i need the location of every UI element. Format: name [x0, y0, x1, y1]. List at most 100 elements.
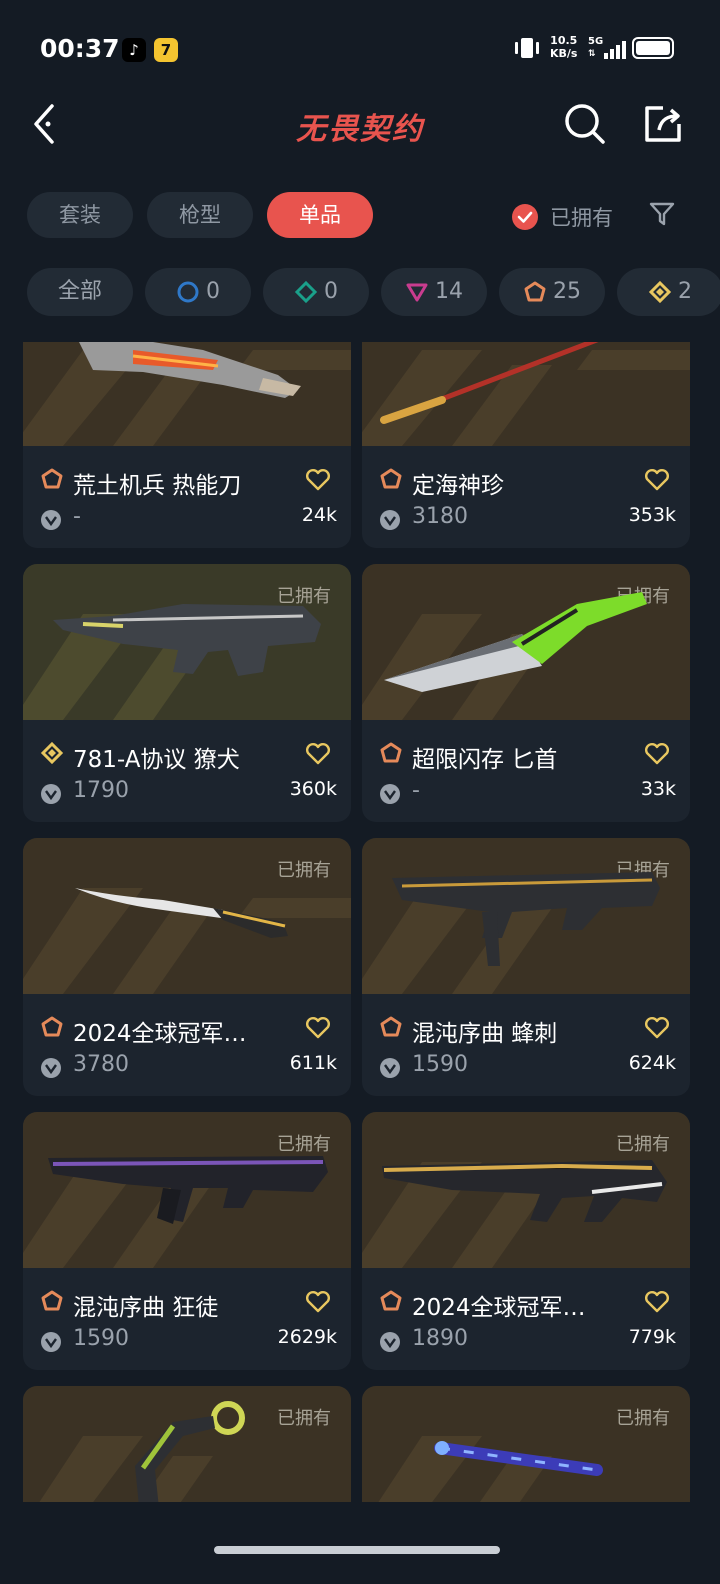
item-price: 1890 [412, 1326, 468, 1351]
item-card[interactable]: 已拥有 混沌序曲 蜂刺 1590 624k [362, 838, 690, 1096]
network-speed: 10.5 KB/s [550, 34, 578, 60]
item-name: 混沌序曲 蜂刺 [412, 1021, 558, 1047]
signal-icon [604, 41, 626, 59]
item-price: 1590 [412, 1052, 468, 1077]
item-likes: 33k [640, 778, 676, 800]
item-card[interactable]: 已拥有 [362, 1386, 690, 1502]
item-price: 3780 [73, 1052, 129, 1077]
tier-filter-chips: 全部 0 0 14 25 2 [0, 268, 720, 318]
item-info: 2024全球冠军… 1890 779k [362, 1268, 690, 1370]
item-name: 781-A协议 獠犬 [73, 747, 240, 773]
ultra-tier-icon [40, 741, 64, 765]
valorant-points-icon [41, 1332, 61, 1352]
item-card[interactable]: 已拥有 2024全球冠军… 3780 611k [23, 838, 351, 1096]
thermal-knife-skin [79, 342, 301, 398]
champions-rifle-skin [382, 1160, 667, 1222]
item-name: 荒土机兵 热能刀 [73, 473, 242, 499]
select-tier-icon [177, 281, 199, 303]
heart-icon[interactable] [644, 1290, 670, 1314]
chip-ultra-tier[interactable]: 2 [617, 268, 720, 316]
item-card[interactable]: 荒土机兵 热能刀 - 24k [23, 342, 351, 548]
page-title: 无畏契约 [296, 112, 424, 147]
exclusive-tier-icon [380, 468, 402, 489]
green-dagger-skin [384, 592, 647, 692]
status-time: 00:37 [40, 34, 120, 63]
item-image: 已拥有 [23, 1112, 351, 1268]
item-card[interactable]: 已拥有 混沌序曲 狂徒 1590 2629k [23, 1112, 351, 1370]
check-icon [512, 204, 538, 230]
champions-blade-skin [75, 888, 288, 938]
tab-bundles[interactable]: 套装 [27, 192, 133, 238]
item-info: 781-A协议 獠犬 1790 360k [23, 720, 351, 822]
item-price: 3180 [412, 504, 468, 529]
item-image: 已拥有 [23, 1386, 351, 1502]
item-name: 超限闪存 匕首 [412, 747, 558, 773]
item-price: 1590 [73, 1326, 129, 1351]
item-likes: 360k [289, 778, 337, 800]
chip-exclusive-tier[interactable]: 25 [499, 268, 605, 316]
search-icon[interactable] [563, 102, 607, 146]
chip-deluxe-tier[interactable]: 0 [263, 268, 369, 316]
item-price: - [73, 504, 81, 529]
exclusive-tier-icon [380, 742, 402, 763]
stinger-smg-skin [392, 872, 660, 966]
heart-icon[interactable] [644, 468, 670, 492]
chip-all[interactable]: 全部 [27, 268, 133, 316]
status-bar: 00:37 ♪ 7 10.5 KB/s 5G ⇅ [0, 0, 720, 96]
item-info: 混沌序曲 狂徒 1590 2629k [23, 1268, 351, 1370]
tab-weapon-types[interactable]: 枪型 [147, 192, 253, 238]
golden-staff-skin [380, 342, 599, 424]
item-image: 已拥有 [362, 1112, 690, 1268]
seven-app-icon: 7 [154, 38, 178, 62]
top-app-bar: 无畏契约 [0, 96, 720, 156]
filter-icon[interactable] [648, 200, 676, 228]
item-card[interactable]: 已拥有 2024全球冠军… 1890 779k [362, 1112, 690, 1370]
item-card[interactable]: 已拥有 超限闪存 匕首 - 33k [362, 564, 690, 822]
valorant-points-icon [380, 1332, 400, 1352]
item-name: 定海神珍 [412, 473, 504, 499]
chip-premium-tier[interactable]: 14 [381, 268, 487, 316]
heart-icon[interactable] [305, 468, 331, 492]
owned-filter-label: 已拥有 [550, 206, 613, 230]
heart-icon[interactable] [305, 1016, 331, 1040]
premium-tier-icon [406, 283, 428, 302]
item-card[interactable]: 已拥有 781-A协议 獠犬 1790 360k [23, 564, 351, 822]
exclusive-tier-icon [380, 1290, 402, 1311]
heart-icon[interactable] [644, 1016, 670, 1040]
valorant-points-icon [41, 1058, 61, 1078]
heart-icon[interactable] [644, 742, 670, 766]
item-price: 1790 [73, 778, 129, 803]
item-grid: 荒土机兵 热能刀 - 24k 定海神珍 3180 353k 已拥有 781-A协… [0, 342, 720, 1502]
heart-icon[interactable] [305, 742, 331, 766]
item-likes: 353k [628, 504, 676, 526]
karambit-skin [135, 1401, 245, 1502]
exclusive-tier-icon [41, 468, 63, 489]
item-info: 超限闪存 匕首 - 33k [362, 720, 690, 822]
ultra-tier-icon [648, 280, 672, 304]
battery-icon [632, 37, 674, 59]
item-name: 混沌序曲 狂徒 [73, 1295, 219, 1321]
item-image: 已拥有 [362, 838, 690, 994]
exclusive-tier-icon [41, 1016, 63, 1037]
chip-select-tier[interactable]: 0 [145, 268, 251, 316]
heart-icon[interactable] [305, 1290, 331, 1314]
share-icon[interactable] [641, 102, 685, 146]
home-indicator[interactable] [214, 1546, 500, 1554]
item-card[interactable]: 定海神珍 3180 353k [362, 342, 690, 548]
item-card[interactable]: 已拥有 [23, 1386, 351, 1502]
rifle-skin [53, 604, 321, 676]
item-info: 荒土机兵 热能刀 - 24k [23, 446, 351, 548]
item-likes: 24k [301, 504, 337, 526]
item-name: 2024全球冠军… [412, 1295, 586, 1321]
vibrate-icon [515, 38, 539, 58]
vandal-rifle-skin [48, 1156, 328, 1224]
tab-single-items[interactable]: 单品 [267, 192, 373, 238]
category-tabs: 套装 枪型 单品 已拥有 [0, 192, 720, 240]
item-info: 2024全球冠军… 3780 611k [23, 994, 351, 1096]
item-image: 已拥有 [23, 564, 351, 720]
item-likes: 779k [628, 1326, 676, 1348]
item-name: 2024全球冠军… [73, 1021, 247, 1047]
exclusive-tier-icon [380, 1016, 402, 1037]
exclusive-tier-icon [524, 281, 546, 302]
item-image: 已拥有 [23, 838, 351, 994]
